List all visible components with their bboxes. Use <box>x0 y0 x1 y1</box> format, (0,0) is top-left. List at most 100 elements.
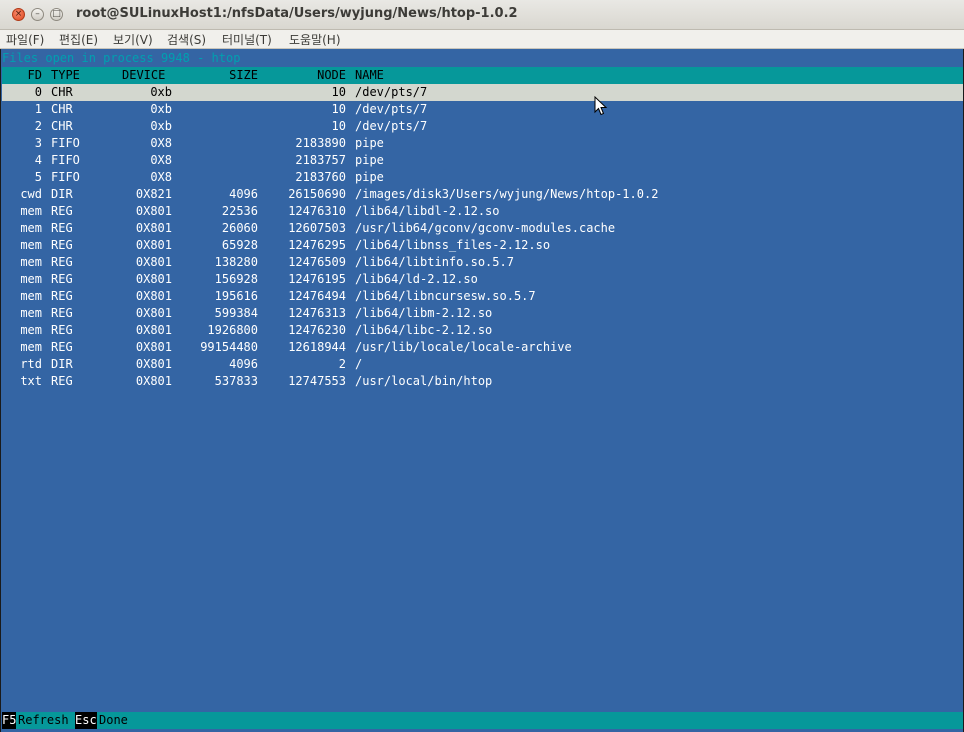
cell-size: 156928 <box>214 272 258 286</box>
table-row[interactable]: mem REG 0X801 138280 12476509/lib64/libtinfo… <box>2 254 963 271</box>
table-row[interactable]: txt REG 0X801 537833 12747553/usr/local/bin/… <box>2 373 963 390</box>
window-titlebar[interactable]: × – □ root@SULinuxHost1:/nfsData/Users/w… <box>0 0 964 30</box>
cell-name: /usr/lib/locale/locale-archive <box>355 340 572 354</box>
cell-device: 0X821 <box>135 187 172 201</box>
table-row[interactable]: mem REG 0X801 22536 12476310/lib64/libdl-2.1… <box>2 203 963 220</box>
cell-name: /usr/lib64/gconv/gconv-modules.cache <box>355 221 616 235</box>
col-type: TYPE <box>51 68 80 82</box>
cell-node: 12476313 <box>288 306 346 320</box>
screen-header: Files open in process 9948 - htop <box>2 51 241 65</box>
table-row[interactable]: mem REG 0X801 156928 12476195/lib64/ld-2.12.… <box>2 271 963 288</box>
cell-name: /lib64/libm-2.12.so <box>355 306 493 320</box>
cell-fd: mem <box>20 306 42 320</box>
table-row[interactable]: mem REG 0X801 1926800 12476230/lib64/libc-2.… <box>2 322 963 339</box>
cell-type: REG <box>51 340 73 354</box>
cell-type: FIFO <box>51 153 80 167</box>
table-row[interactable]: mem REG 0X801 65928 12476295/lib64/libnss_fi… <box>2 237 963 254</box>
table-row[interactable]: 4 FIFO 0X8 2183757 pipe <box>2 152 963 169</box>
cell-node: 2183890 <box>295 136 346 150</box>
window-close-button[interactable]: × <box>12 8 25 21</box>
cell-name: /usr/local/bin/htop <box>355 374 493 388</box>
cell-name: pipe <box>355 136 384 150</box>
menu-view[interactable]: 보기(V) <box>113 31 153 48</box>
cell-type: FIFO <box>51 170 80 184</box>
label-refresh[interactable]: Refresh <box>18 712 69 729</box>
cell-type: DIR <box>51 357 73 371</box>
table-row[interactable]: 2 CHR 0xb 10/dev/pts/7 <box>2 118 963 135</box>
col-fd: FD <box>27 68 42 82</box>
terminal-area[interactable]: Files open in process 9948 - htop FD TYP… <box>0 49 964 732</box>
cell-node: 12618944 <box>288 340 346 354</box>
cell-type: FIFO <box>51 136 80 150</box>
cell-fd: mem <box>20 204 42 218</box>
table-row[interactable]: 1 CHR 0xb 10/dev/pts/7 <box>2 101 963 118</box>
cell-type: REG <box>51 323 73 337</box>
label-done[interactable]: Done <box>99 712 128 729</box>
menubar: 파일(F) 편집(E) 보기(V) 검색(S) 터미널(T) 도움말(H) <box>0 30 964 49</box>
cell-name: /lib64/libnss_files-2.12.so <box>355 238 551 252</box>
cell-size: 4096 <box>229 357 258 371</box>
cell-name: /dev/pts/7 <box>355 85 428 99</box>
menu-search[interactable]: 검색(S) <box>167 31 206 48</box>
menu-terminal[interactable]: 터미널(T) <box>222 31 272 48</box>
cell-fd: cwd <box>20 187 42 201</box>
cell-device: 0X801 <box>135 340 172 354</box>
menu-edit[interactable]: 편집(E) <box>59 31 98 48</box>
menu-file[interactable]: 파일(F) <box>6 31 44 48</box>
table-row[interactable]: 3 FIFO 0X8 2183890 pipe <box>2 135 963 152</box>
key-esc[interactable]: Esc <box>75 712 97 729</box>
cell-type: REG <box>51 238 73 252</box>
table-row[interactable]: rtd DIR 0X801 4096 2 / <box>2 356 963 373</box>
close-icon: × <box>14 9 23 19</box>
cell-name: / <box>355 357 363 371</box>
cell-device: 0X801 <box>135 255 172 269</box>
cell-size: 195616 <box>214 289 258 303</box>
cell-device: 0X801 <box>135 204 172 218</box>
table-row[interactable]: mem REG 0X801 195616 12476494/lib64/libncurs… <box>2 288 963 305</box>
cell-size: 99154480 <box>200 340 258 354</box>
table-row[interactable]: mem REG 0X801 599384 12476313/lib64/libm-2.1… <box>2 305 963 322</box>
cell-device: 0X801 <box>135 374 172 388</box>
cell-node: 2183760 <box>295 170 346 184</box>
cell-size: 4096 <box>229 187 258 201</box>
cell-fd: 0 <box>34 85 42 99</box>
table-row[interactable]: 0 CHR 0xb 10/dev/pts/7 <box>2 84 963 101</box>
cell-node: 12607503 <box>288 221 346 235</box>
cell-size: 65928 <box>221 238 258 252</box>
cell-node: 10 <box>331 102 346 116</box>
cell-size: 26060 <box>221 221 258 235</box>
cell-device: 0X801 <box>135 289 172 303</box>
minimize-icon: – <box>35 9 40 19</box>
mouse-pointer-icon <box>594 96 608 116</box>
cell-type: REG <box>51 204 73 218</box>
cell-node: 2 <box>338 357 346 371</box>
table-row[interactable]: mem REG 0X801 99154480 12618944/usr/lib/loca… <box>2 339 963 356</box>
cell-node: 12476494 <box>288 289 346 303</box>
cell-name: /lib64/libncursesw.so.5.7 <box>355 289 536 303</box>
cell-type: REG <box>51 221 73 235</box>
menu-help[interactable]: 도움말(H) <box>289 31 341 48</box>
key-f5[interactable]: F5 <box>2 712 17 729</box>
cell-fd: 4 <box>34 153 42 167</box>
cell-fd: 1 <box>34 102 42 116</box>
cell-size: 22536 <box>221 204 258 218</box>
cell-device: 0xb <box>150 119 172 133</box>
cell-device: 0X8 <box>150 170 172 184</box>
cell-type: REG <box>51 272 73 286</box>
cell-type: CHR <box>51 102 73 116</box>
cell-node: 2183757 <box>295 153 346 167</box>
table-row[interactable]: cwd DIR 0X821 4096 26150690/images/disk3/Use… <box>2 186 963 203</box>
col-size: SIZE <box>229 68 258 82</box>
cell-fd: mem <box>20 238 42 252</box>
window-minimize-button[interactable]: – <box>31 8 44 21</box>
cell-fd: mem <box>20 289 42 303</box>
table-row[interactable]: mem REG 0X801 26060 12607503/usr/lib64/gconv… <box>2 220 963 237</box>
window-maximize-button[interactable]: □ <box>50 8 63 21</box>
cell-node: 12747553 <box>288 374 346 388</box>
cell-name: /images/disk3/Users/wyjung/News/htop-1.0… <box>355 187 659 201</box>
cell-fd: mem <box>20 255 42 269</box>
cell-type: CHR <box>51 85 73 99</box>
cell-node: 10 <box>331 119 346 133</box>
cell-device: 0X801 <box>135 357 172 371</box>
table-row[interactable]: 5 FIFO 0X8 2183760 pipe <box>2 169 963 186</box>
